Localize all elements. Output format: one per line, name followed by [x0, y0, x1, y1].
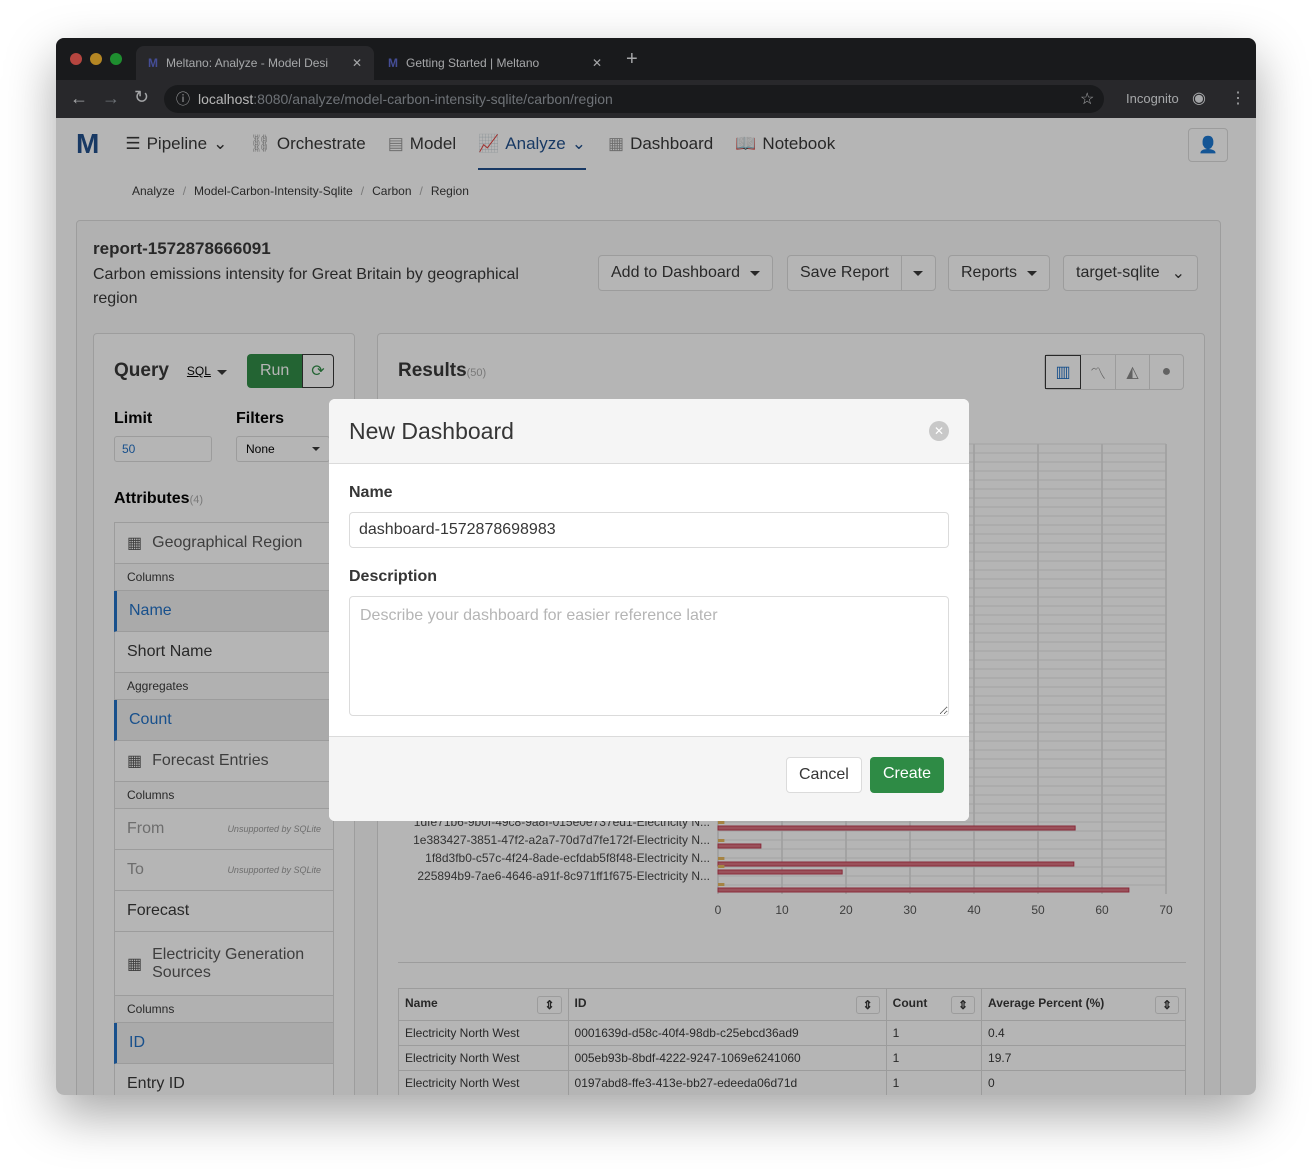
browser-window: M Meltano: Analyze - Model Desi ✕ M Getting… [56, 38, 1256, 1095]
modal-footer: Cancel Create [329, 736, 969, 821]
create-button[interactable]: Create [870, 757, 945, 793]
dashboard-name-input[interactable] [349, 512, 949, 548]
cancel-button[interactable]: Cancel [786, 757, 862, 793]
name-label: Name [349, 484, 393, 501]
close-modal-button[interactable]: ✕ [929, 421, 949, 441]
modal-title: New Dashboard [349, 417, 514, 444]
new-dashboard-modal: New Dashboard ✕ Name Description Cancel C… [329, 399, 969, 821]
description-label: Description [349, 568, 438, 585]
dashboard-description-input[interactable] [349, 596, 949, 716]
